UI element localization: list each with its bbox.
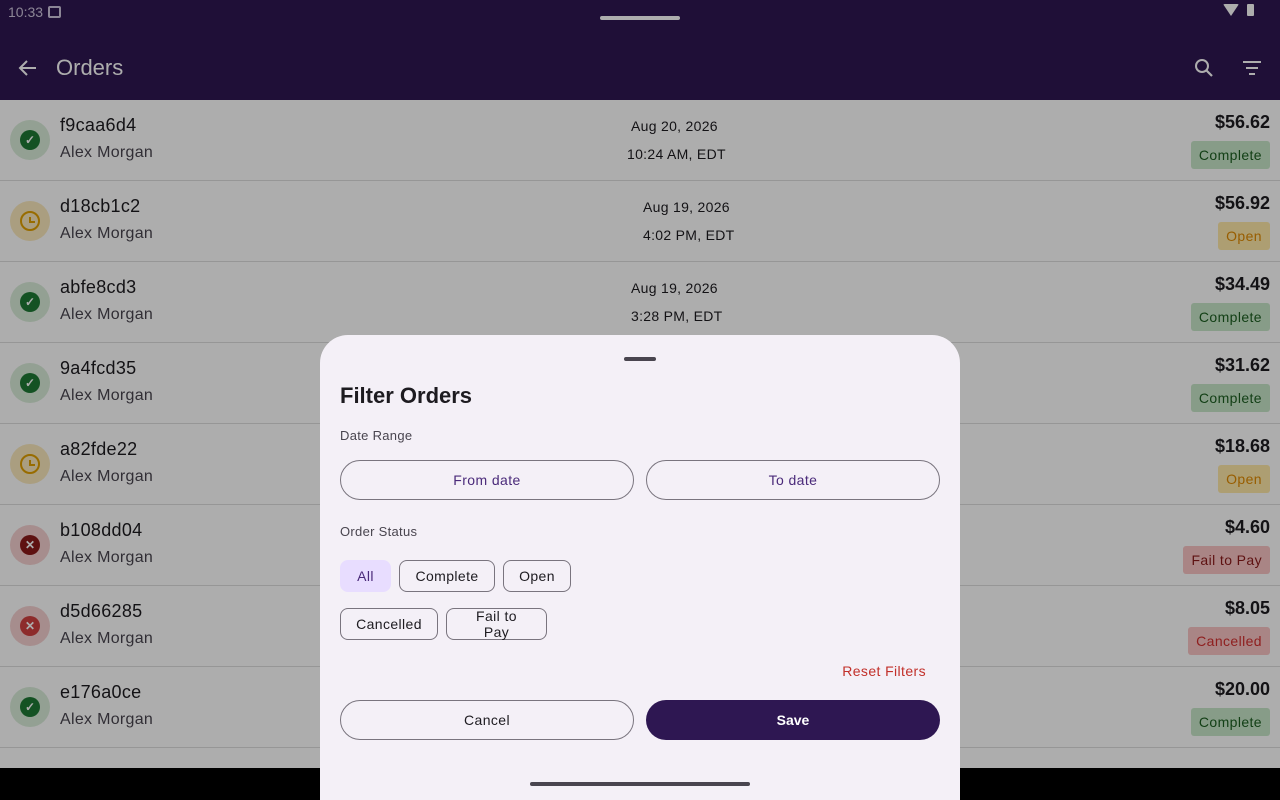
sheet-drag-handle[interactable] — [624, 357, 656, 361]
chip-cancelled[interactable]: Cancelled — [340, 608, 438, 640]
chip-all[interactable]: All — [340, 560, 391, 592]
from-date-button[interactable]: From date — [340, 460, 634, 500]
gesture-nav-handle — [530, 782, 750, 786]
save-button[interactable]: Save — [646, 700, 940, 740]
chip-fail-to-pay[interactable]: Fail to Pay — [446, 608, 547, 640]
date-range-label: Date Range — [340, 428, 413, 443]
cancel-button[interactable]: Cancel — [340, 700, 634, 740]
order-status-label: Order Status — [340, 524, 418, 539]
sheet-title: Filter Orders — [340, 383, 473, 408]
to-date-button[interactable]: To date — [646, 460, 940, 500]
chip-complete[interactable]: Complete — [399, 560, 495, 592]
chip-open[interactable]: Open — [503, 560, 571, 592]
reset-filters-button[interactable]: Reset Filters — [842, 663, 926, 679]
filter-bottom-sheet: Filter Orders Date Range From date To da… — [320, 335, 960, 800]
